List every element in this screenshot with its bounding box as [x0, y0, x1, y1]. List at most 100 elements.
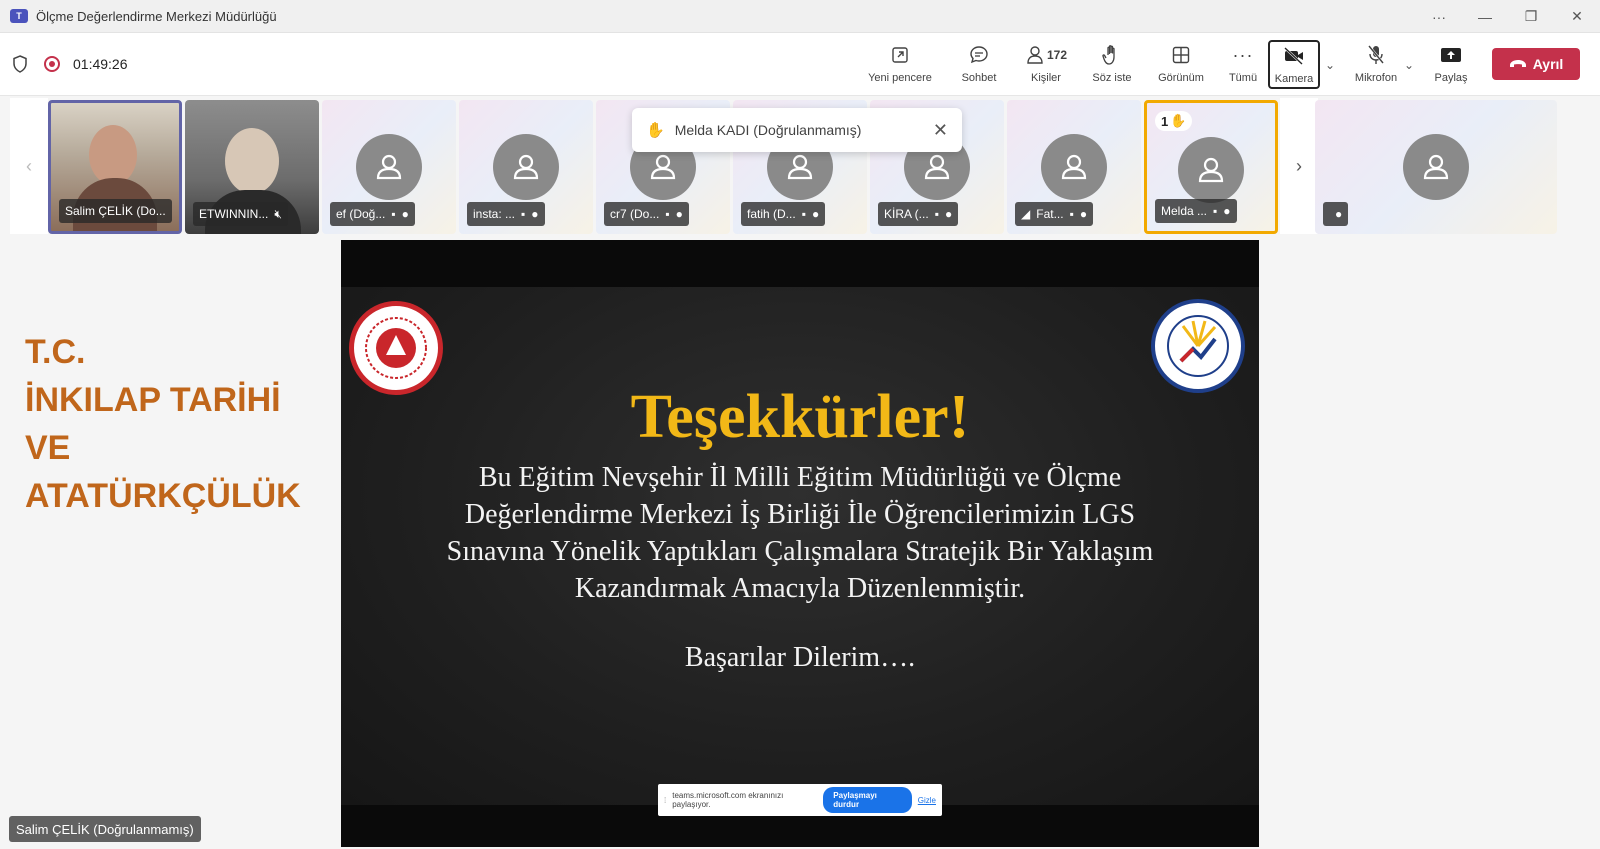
share-screen-icon — [1440, 44, 1462, 66]
slide-body-line: Kazandırmak Amacıyla Düzenlenmiştir. — [574, 573, 1026, 604]
mic-muted-icon: ● — [1223, 204, 1231, 218]
avatar-icon — [1178, 137, 1244, 203]
participant-tile[interactable]: ef (Doğ... ▪ ● — [322, 100, 456, 234]
shared-screen[interactable]: Teşekkürler! Bu Eğitim Nevşehir İl Milli… — [341, 240, 1259, 847]
people-label: Kişiler — [1031, 72, 1061, 84]
course-title-line: İNKILAP TARİHİ — [25, 381, 281, 419]
raised-hand-icon: ✋ — [1170, 113, 1187, 128]
camera-button[interactable]: Kamera — [1268, 40, 1320, 89]
meeting-timer: 01:49:26 — [73, 56, 128, 72]
participant-name-pill: ETWINNIN... 🔇︎ — [193, 202, 288, 226]
share-label: Paylaş — [1434, 72, 1468, 84]
mic-muted-icon: ● — [675, 207, 683, 221]
mic-off-icon — [1365, 44, 1387, 66]
slide-title: Teşekkürler! — [630, 383, 970, 451]
mic-label: Mikrofon — [1354, 72, 1398, 84]
camera-off-small-icon: ▪ — [1213, 204, 1218, 218]
strip-next-arrow-icon[interactable]: › — [1280, 98, 1318, 234]
mic-muted-icon: ● — [401, 207, 409, 221]
people-button[interactable]: 172 Kişiler — [1016, 33, 1076, 95]
slide: Teşekkürler! Bu Eğitim Nevşehir İl Milli… — [341, 287, 1259, 805]
more-options-icon[interactable]: ··· — [1416, 0, 1462, 33]
grid-view-icon — [1170, 44, 1192, 66]
stop-sharing-button[interactable]: Paylaşmayı durdur — [823, 787, 912, 813]
participant-tile[interactable]: ETWINNIN... 🔇︎ — [185, 100, 319, 234]
share-bar-text: teams.microsoft.com ekranınızı paylaşıyo… — [672, 791, 784, 809]
avatar-icon — [356, 134, 422, 200]
raise-hand-button[interactable]: Söz iste — [1084, 33, 1140, 95]
participant-tile[interactable]: Salim ÇELİK (Do... — [48, 100, 182, 234]
teams-logo-icon: T — [10, 9, 28, 23]
shield-icon[interactable] — [12, 55, 28, 73]
avatar-icon — [1041, 134, 1107, 200]
new-window-label: Yeni pencere — [868, 72, 932, 84]
chat-icon — [968, 44, 990, 66]
view-label: Görünüm — [1158, 72, 1204, 84]
more-label: Tümü — [1228, 72, 1258, 84]
leave-button[interactable]: Ayrıl — [1492, 48, 1580, 80]
participant-tile[interactable]: insta: ... ▪ ● — [459, 100, 593, 234]
recording-icon — [44, 56, 60, 72]
slide-closing: Başarılar Dilerim…. — [684, 642, 916, 673]
minimize-button[interactable]: — — [1462, 0, 1508, 33]
camera-off-small-icon: ▪ — [801, 207, 806, 221]
participant-tile[interactable]: 1 ✋ Melda ... ▪ ● — [1144, 100, 1278, 234]
participant-name-pill: KİRA (... ▪ ● — [878, 202, 959, 226]
new-window-button[interactable]: Yeni pencere — [866, 33, 934, 95]
raised-hand-toast[interactable]: ✋ Melda KADI (Doğrulanmamış) ✕ — [632, 108, 962, 152]
participant-name: fatih (D... — [747, 207, 796, 221]
people-icon: 172 — [1022, 44, 1070, 66]
more-icon: ··· — [1232, 44, 1254, 65]
participant-name: KİRA (... — [884, 207, 929, 221]
course-title-line: T.C. — [25, 333, 86, 371]
participant-name-pill: fatih (D... ▪ ● — [741, 202, 826, 226]
people-count: 172 — [1046, 48, 1068, 62]
course-title: T.C. İNKILAP TARİHİ VE ATATÜRKÇÜLÜK — [25, 328, 301, 520]
share-button[interactable]: Paylaş — [1424, 33, 1478, 95]
restore-button[interactable]: ❐ — [1508, 0, 1554, 33]
participant-tile[interactable]: ● — [1315, 100, 1557, 234]
slide-body-line: Bu Eğitim Nevşehir İl Milli Eğitim Müdür… — [478, 462, 1122, 493]
view-button[interactable]: Görünüm — [1152, 33, 1210, 95]
phone-hangup-icon — [1509, 56, 1527, 72]
participant-name: ef (Doğ... — [336, 207, 386, 221]
participant-name-pill: ◢ Fat... ▪ ● — [1015, 202, 1094, 226]
raised-hand-icon: ✋ — [646, 122, 665, 139]
slide-body-line: Sınavına Yönelik Yaptıkları Çalışmalara … — [446, 536, 1154, 567]
window-controls: ··· — ❐ ✕ — [1416, 0, 1600, 33]
participant-name: Salim ÇELİK (Do... — [59, 199, 172, 223]
browser-share-bar: ⁞ teams.microsoft.com ekranınızı paylaşı… — [658, 784, 942, 816]
avatar-icon — [493, 134, 559, 200]
mic-options-chevron-icon[interactable]: ⌄ — [1404, 58, 1414, 72]
hand-order: 1 — [1161, 113, 1169, 129]
hide-button[interactable]: Gizle — [918, 796, 936, 805]
chat-button[interactable]: Sohbet — [952, 33, 1006, 95]
chat-label: Sohbet — [961, 72, 997, 84]
camera-off-small-icon: ▪ — [934, 207, 939, 221]
video-person — [225, 128, 279, 194]
participant-name-pill: Melda ... ▪ ● — [1155, 199, 1237, 223]
participant-name: cr7 (Do... — [610, 207, 660, 221]
video-person — [89, 125, 137, 185]
strip-prev-arrow-icon[interactable]: ‹ — [10, 98, 48, 234]
course-title-line: ATATÜRKÇÜLÜK — [25, 477, 301, 515]
close-button[interactable]: ✕ — [1554, 0, 1600, 33]
participant-tile[interactable]: ◢ Fat... ▪ ● — [1007, 100, 1141, 234]
speaking-icon: ◢ — [1021, 207, 1031, 221]
raise-hand-label: Söz iste — [1092, 72, 1132, 84]
course-title-line: VE — [25, 429, 71, 467]
title-bar: T Ölçme Değerlendirme Merkezi Müdürlüğü … — [0, 0, 1600, 33]
slide-body-line: Değerlendirme Merkezi İş Birliği İle Öğr… — [464, 499, 1136, 530]
mic-button[interactable]: Mikrofon — [1346, 33, 1406, 95]
close-icon[interactable]: ✕ — [933, 120, 948, 141]
presenter-name-label: Salim ÇELİK (Doğrulanmamış) — [9, 816, 201, 842]
window-title: Ölçme Değerlendirme Merkezi Müdürlüğü — [36, 8, 277, 24]
raised-hand-badge: 1 ✋ — [1155, 111, 1193, 131]
more-button[interactable]: ··· Tümü — [1220, 33, 1266, 95]
camera-off-small-icon: ▪ — [391, 207, 396, 221]
mic-muted-icon: ● — [944, 207, 953, 221]
hand-icon — [1101, 44, 1123, 66]
measurement-center-logo — [1151, 299, 1245, 393]
participant-name-pill: insta: ... ▪ ● — [467, 202, 545, 226]
camera-options-chevron-icon[interactable]: ⌄ — [1325, 58, 1335, 72]
